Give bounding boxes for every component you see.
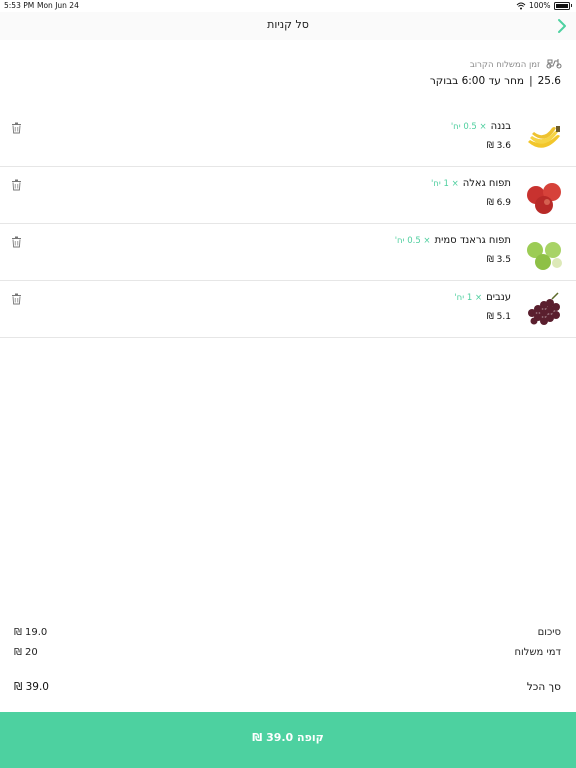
item-price: 3.6 ₪ [486,141,511,151]
battery-tip [570,4,572,7]
item-price: 3.5 ₪ [486,255,511,265]
scooter-icon [546,59,562,69]
banana-image [528,126,560,148]
trash-icon[interactable] [11,293,22,305]
cart-item-granny-smith[interactable]: תפוח גראנד סמית× 0.5 יח' 3.5 ₪ [0,224,576,281]
total-value: 39.0 ₪ [14,681,49,693]
item-name: תפוח גאלה [462,178,511,189]
checkout-label: קופה 39.0 ₪ [252,731,324,744]
trash-icon[interactable] [11,236,22,248]
total-label: סך הכל [526,681,561,693]
item-name: תפוח גראנד סמית [434,235,511,246]
cart-item-grapes[interactable]: ענבים× 1 יח' 5.1 ₪ [0,281,576,338]
item-quantity: × 1 יח' [454,293,483,303]
delivery-window: מחר עד 6:00 בבוקר [429,75,525,87]
delivery-fee-label: דמי משלוח [514,647,561,658]
cart-item-banana[interactable]: בננה× 0.5 יח' 3.6 ₪ [0,110,576,167]
delivery-time: 25.6|מחר עד 6:00 בבוקר [429,75,561,87]
battery-percent: 100% [529,1,551,10]
chevron-right-icon[interactable] [555,18,569,34]
item-quantity: × 1 יח' [430,179,459,189]
item-title: בננה× 0.5 יח' [451,121,511,132]
item-price: 5.1 ₪ [486,312,511,322]
delivery-date: 25.6 [537,75,561,87]
item-name: בננה [490,121,511,132]
trash-icon[interactable] [11,179,22,191]
item-title: תפוח גראנד סמית× 0.5 יח' [395,235,511,246]
item-quantity: × 0.5 יח' [394,236,431,246]
subtotal-label: סיכום [537,627,561,638]
item-price: 6.9 ₪ [486,198,511,208]
item-title: תפוח גאלה× 1 יח' [431,178,511,189]
checkout-button[interactable]: קופה 39.0 ₪ [0,712,576,768]
status-time: 5:53 PM [4,1,35,10]
delivery-label: זמן המשלוח הקרוב [469,60,540,70]
item-title: ענבים× 1 יח' [454,292,511,303]
gala-apple-image [527,183,561,214]
green-apple-image [527,242,562,270]
grapes-image [528,292,560,325]
cart-list: בננה× 0.5 יח' 3.6 ₪ תפוח גאלה× 1 יח' 6.9… [0,110,576,338]
status-right: 100% [516,1,572,10]
page-title: סל קניות [267,18,309,31]
subtotal-value: 19.0 ₪ [14,627,48,638]
cart-item-gala-apple[interactable]: תפוח גאלה× 1 יח' 6.9 ₪ [0,167,576,224]
trash-icon[interactable] [11,122,22,134]
status-bar: 5:53 PM Mon Jun 24 100% [0,0,576,12]
nav-bar: סל קניות [0,12,576,40]
wifi-icon [516,2,526,9]
delivery-fee-value: 20 ₪ [14,647,38,658]
item-quantity: × 0.5 יח' [450,122,487,132]
battery-icon [553,1,570,10]
status-date: Mon Jun 24 [37,1,79,10]
item-name: ענבים [486,292,511,303]
